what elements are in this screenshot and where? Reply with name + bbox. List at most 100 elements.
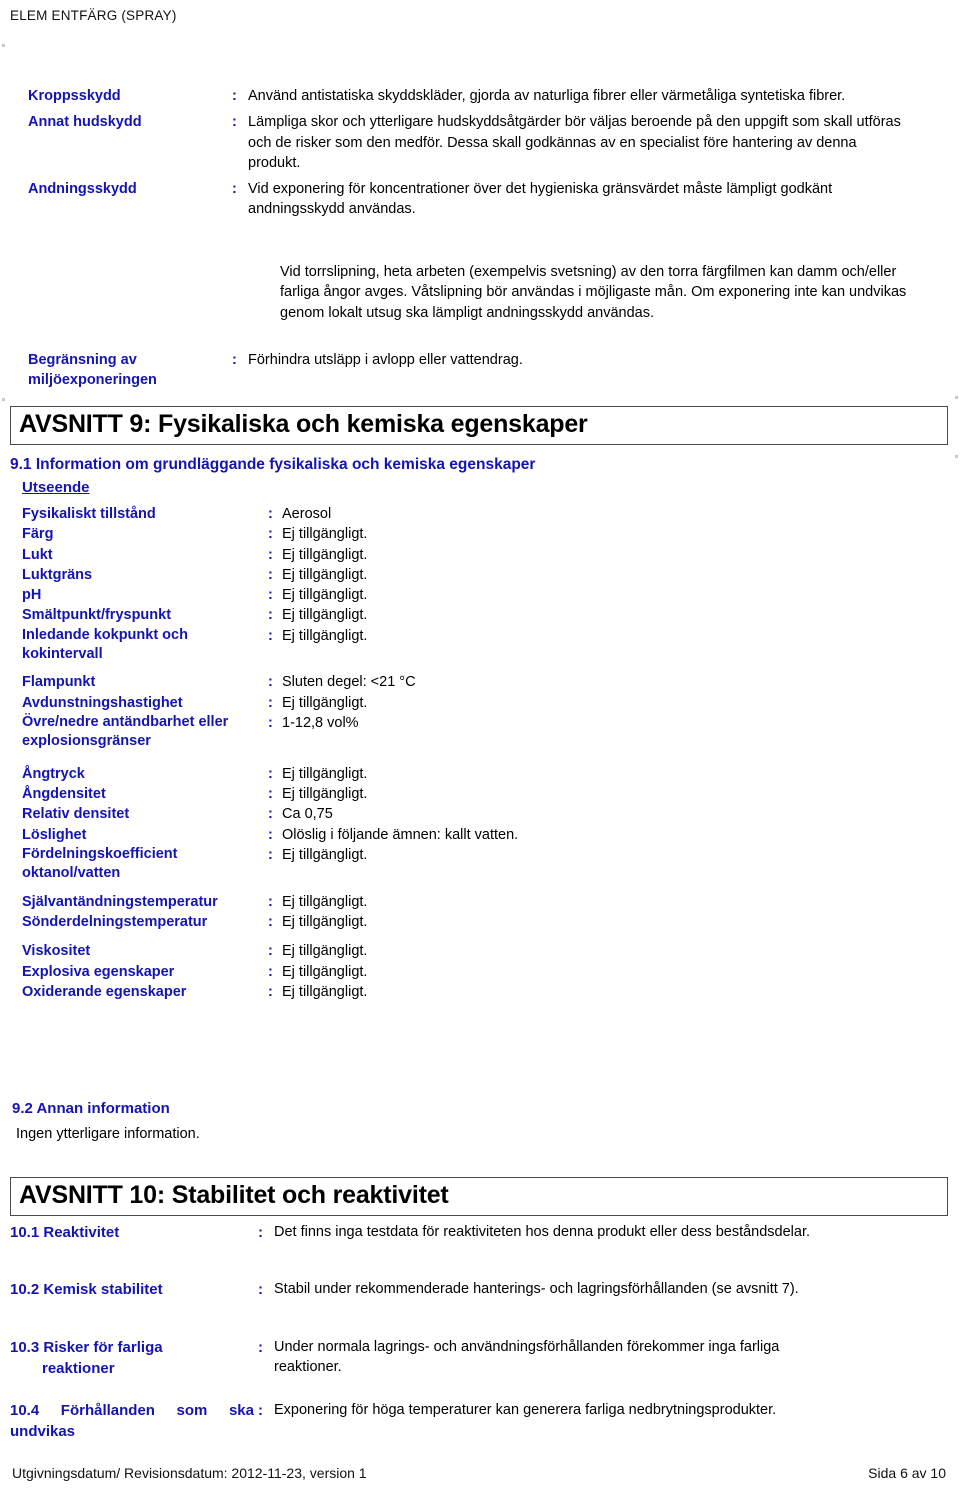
protection-label-respiratory: Andningsskydd xyxy=(28,181,137,198)
scan-speck xyxy=(955,396,958,399)
property-label: Övre/nedre antändbarhet eller explosions… xyxy=(22,714,229,749)
property-row: Ångtryck : Ej tillgängligt. xyxy=(0,764,960,784)
colon-separator: : xyxy=(268,826,273,843)
colon-separator: : xyxy=(268,963,273,980)
appearance-heading: Utseende xyxy=(22,479,90,496)
property-row: Sönderdelningstemperatur : Ej tillgängli… xyxy=(0,912,960,932)
conditions-to-avoid-value: Exponering för höga temperaturer kan gen… xyxy=(274,1402,777,1418)
protection-value-body: Använd antistatiska skyddskläder, gjorda… xyxy=(248,88,846,104)
conditions-to-avoid-label-line1: 10.4 Förhållanden som ska xyxy=(10,1402,254,1419)
hazardous-reactions-value: Under normala lagrings- och användningsf… xyxy=(274,1338,780,1376)
environment-limit-label-line1: Begränsning av xyxy=(28,352,137,368)
scan-speck xyxy=(955,455,958,458)
chemical-stability-row: 10.2 Kemisk stabilitet : Stabil under re… xyxy=(0,1279,960,1300)
property-value: Ej tillgängligt. xyxy=(282,627,368,644)
property-value: 1-12,8 vol% xyxy=(282,715,359,732)
property-label: Explosiva egenskaper xyxy=(22,963,175,980)
property-row: Ångdensitet : Ej tillgängligt. xyxy=(0,784,960,804)
protection-note-paragraph: Vid torrslipning, heta arbeten (exempelv… xyxy=(280,264,907,321)
property-label: Ångtryck xyxy=(22,765,85,782)
colon-separator: : xyxy=(268,715,273,732)
colon-separator: : xyxy=(268,674,273,691)
colon-separator: : xyxy=(268,587,273,604)
property-label: Inledande kokpunkt och kokintervall xyxy=(22,626,188,662)
conditions-to-avoid-label: 10.4 Förhållanden som ska undvikas xyxy=(0,1400,258,1443)
property-row: Flampunkt : Sluten degel: <21 °C xyxy=(0,672,960,692)
environment-limit-row: Begränsning av miljöexponeringen : Förhi… xyxy=(0,350,960,391)
property-value: Ej tillgängligt. xyxy=(282,546,368,563)
property-row: Färg : Ej tillgängligt. xyxy=(0,524,960,544)
scan-speck xyxy=(2,398,5,401)
property-row: Smältpunkt/fryspunkt : Ej tillgängligt. xyxy=(0,605,960,625)
property-row: Fördelningskoefficient oktanol/vatten : … xyxy=(0,845,960,883)
environment-limit-value: Förhindra utsläpp i avlopp eller vattend… xyxy=(248,352,523,368)
colon-separator: : xyxy=(232,114,237,131)
property-row: Explosiva egenskaper : Ej tillgängligt. xyxy=(0,962,960,982)
colon-separator: : xyxy=(258,1338,263,1356)
chemical-stability-value: Stabil under rekommenderade hanterings- … xyxy=(274,1281,799,1298)
section-9-banner: AVSNITT 9: Fysikaliska och kemiska egens… xyxy=(10,406,948,445)
footer-page-number: Sida 6 av 10 xyxy=(868,1465,946,1481)
property-label: Fysikaliskt tillstånd xyxy=(22,506,156,522)
property-label: Flampunkt xyxy=(22,674,96,691)
section-10-banner: AVSNITT 10: Stabilitet och reaktivitet xyxy=(10,1177,948,1216)
property-label: Relativ densitet xyxy=(22,806,130,823)
property-label: Smältpunkt/fryspunkt xyxy=(22,607,172,624)
property-value: Ej tillgängligt. xyxy=(282,587,368,604)
footer-revision-date: Utgivningsdatum/ Revisionsdatum: 2012-11… xyxy=(12,1465,367,1481)
property-value: Sluten degel: <21 °C xyxy=(282,674,416,691)
colon-separator: : xyxy=(268,765,273,782)
property-row: Löslighet : Olöslig i följande ämnen: ka… xyxy=(0,825,960,845)
environment-limit-label-line2: miljöexponeringen xyxy=(28,372,157,389)
section-10-rows: 10.1 Reaktivitet : Det finns inga testda… xyxy=(0,1222,960,1379)
property-label: Viskositet xyxy=(22,943,91,960)
hazardous-reactions-label-line2: reaktioner xyxy=(42,1359,115,1377)
scan-speck xyxy=(2,44,5,47)
reactivity-label: 10.1 Reaktivitet xyxy=(10,1224,120,1241)
hazardous-reactions-row: 10.3 Risker för farliga reaktioner : Und… xyxy=(0,1337,960,1380)
colon-separator: : xyxy=(268,566,273,583)
property-row: Inledande kokpunkt och kokintervall : Ej… xyxy=(0,626,960,664)
property-value: Ej tillgängligt. xyxy=(282,566,368,583)
reactivity-value: Det finns inga testdata för reaktivitete… xyxy=(274,1224,811,1240)
hazardous-reactions-label-line1: 10.3 Risker för farliga xyxy=(10,1338,163,1356)
colon-separator: : xyxy=(268,607,273,624)
protection-row-skin: Annat hudskydd : Lämpliga skor och ytter… xyxy=(0,112,960,173)
property-label: Sönderdelningstemperatur xyxy=(22,913,208,930)
hazardous-reactions-label: 10.3 Risker för farliga reaktioner xyxy=(0,1337,258,1380)
property-label: Självantändningstemperatur xyxy=(22,893,218,910)
property-label: Löslighet xyxy=(22,826,87,843)
property-row: Luktgräns : Ej tillgängligt. xyxy=(0,565,960,585)
protection-block: Kroppsskydd : Använd antistatiska skydds… xyxy=(0,86,960,224)
protection-row-body: Kroppsskydd : Använd antistatiska skydds… xyxy=(0,86,960,106)
property-row: Avdunstningshastighet : Ej tillgängligt. xyxy=(0,693,960,713)
colon-separator: : xyxy=(232,88,237,104)
property-label: Fördelningskoefficient oktanol/vatten xyxy=(22,845,178,881)
section-9-2-heading: 9.2 Annan information xyxy=(12,1100,170,1117)
colon-separator: : xyxy=(268,526,273,543)
colon-separator: : xyxy=(258,1281,263,1299)
property-value: Ej tillgängligt. xyxy=(282,893,368,910)
reactivity-row: 10.1 Reaktivitet : Det finns inga testda… xyxy=(0,1222,960,1243)
property-row: pH : Ej tillgängligt. xyxy=(0,585,960,605)
property-row: Viskositet : Ej tillgängligt. xyxy=(0,941,960,961)
protection-label-skin: Annat hudskydd xyxy=(28,114,142,131)
property-value: Ej tillgängligt. xyxy=(282,943,368,960)
property-row: Relativ densitet : Ca 0,75 xyxy=(0,804,960,824)
colon-separator: : xyxy=(268,983,273,1000)
property-label: pH xyxy=(22,587,42,604)
property-value: Ej tillgängligt. xyxy=(282,983,368,1000)
property-label: Luktgräns xyxy=(22,566,93,583)
property-row: Oxiderande egenskaper : Ej tillgängligt. xyxy=(0,982,960,1002)
property-label: Lukt xyxy=(22,546,53,563)
property-value: Ej tillgängligt. xyxy=(282,607,368,624)
section-9-2-text: Ingen ytterligare information. xyxy=(16,1126,200,1142)
colon-separator: : xyxy=(232,181,237,198)
property-row: Övre/nedre antändbarhet eller explosions… xyxy=(0,713,960,751)
protection-label-body: Kroppsskydd xyxy=(28,88,121,104)
property-label: Färg xyxy=(22,526,54,543)
colon-separator: : xyxy=(258,1402,263,1419)
property-row: Lukt : Ej tillgängligt. xyxy=(0,545,960,565)
property-value: Olöslig i följande ämnen: kallt vatten. xyxy=(282,826,519,843)
